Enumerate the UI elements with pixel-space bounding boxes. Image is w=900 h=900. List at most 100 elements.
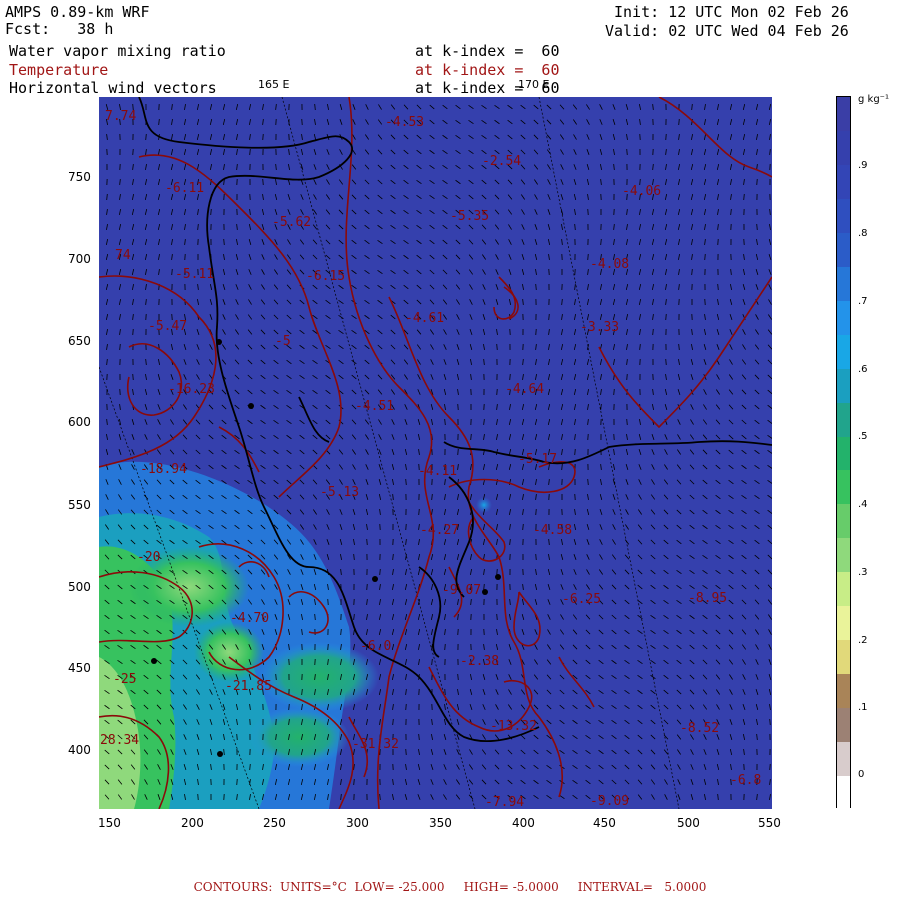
contour-value-label: -5.17 <box>518 452 557 467</box>
contour-value-label: -4.06 <box>622 184 661 199</box>
contour-value-label: 7.74 <box>105 109 136 124</box>
contour-value-label: 28.34 <box>100 733 139 748</box>
contour-value-label: -4.61 <box>405 311 444 326</box>
contour-value-label: -4.70 <box>230 611 269 626</box>
wind-vector <box>418 508 420 516</box>
contour-value-label: -4.11 <box>418 464 457 479</box>
contour-value-label: -4.08 <box>590 257 629 272</box>
wind-vector <box>769 718 771 726</box>
y-tick-label: 750 <box>68 170 91 184</box>
colorbar-segment <box>837 266 850 301</box>
y-tick-label: 450 <box>68 661 91 675</box>
colorbar-label: .4 <box>858 499 868 510</box>
colorbar-segment <box>837 503 850 539</box>
colorbar-segment <box>837 605 850 640</box>
colorbar-segment <box>837 775 850 810</box>
contour-info-footer: CONTOURS: UNITS=°C LOW= -25.000 HIGH= -5… <box>193 880 707 894</box>
field-water-vapor: Water vapor mixing ratio <box>9 42 226 60</box>
colorbar-label: .8 <box>858 228 868 239</box>
colorbar-segment <box>837 673 850 708</box>
wind-vector <box>535 508 537 516</box>
wind-vector <box>574 448 576 456</box>
wind-vector <box>405 478 407 486</box>
x-tick-label: 550 <box>758 816 781 830</box>
contour-value-label: -2.54 <box>482 154 521 169</box>
field-water-vapor-level: at k-index = 60 <box>415 42 560 60</box>
x-tick-label: 400 <box>512 816 535 830</box>
contour-value-label: -21.85 <box>225 679 272 694</box>
y-tick-label: 650 <box>68 334 91 348</box>
colorbar-segment <box>837 537 850 573</box>
wind-vector <box>535 283 537 291</box>
wind-vector <box>236 733 238 741</box>
wind-vector <box>171 268 173 276</box>
field-wind: Horizontal wind vectors <box>9 79 217 97</box>
x-tick-label: 200 <box>181 816 204 830</box>
wind-vector <box>145 133 147 141</box>
contour-value-label: -5 <box>275 334 291 349</box>
colorbar-label: .3 <box>858 567 868 578</box>
contour-value-label: -6.11 <box>165 181 204 196</box>
contour-value-label: -4.53 <box>385 115 424 130</box>
model-title: AMPS 0.89-km WRF <box>5 3 150 21</box>
contour-value-label: -9.07 <box>442 583 481 598</box>
wind-vector <box>678 118 680 126</box>
valid-time: Valid: 02 UTC Wed 04 Feb 26 <box>605 22 849 40</box>
wind-vector <box>509 373 511 381</box>
y-tick-label: 700 <box>68 252 91 266</box>
wind-vector <box>756 223 758 231</box>
wind-vector <box>704 253 706 261</box>
longitude-label-165e: 165 E <box>258 78 290 91</box>
wind-vector <box>249 763 251 771</box>
contour-value-label: -16.23 <box>168 382 215 397</box>
colorbar-segment <box>837 639 850 674</box>
wind-vector <box>379 568 381 576</box>
contour-value-label: -5.35 <box>450 209 489 224</box>
contour-value-label: -31.32 <box>352 737 399 752</box>
colorbar <box>836 96 851 810</box>
contour-value-label: -9.09 <box>590 794 629 809</box>
y-tick-label: 550 <box>68 498 91 512</box>
contour-value-label: 74 <box>115 248 131 263</box>
wind-vector <box>626 148 628 156</box>
contour-value-label: -4.27 <box>420 523 459 538</box>
colorbar-segment <box>837 164 850 200</box>
field-temperature: Temperature <box>9 61 109 79</box>
wind-vector <box>366 538 368 546</box>
contour-value-label: -6.0 <box>360 639 391 654</box>
colorbar-segment <box>837 130 850 166</box>
map-svg: 7.74 -4.53 -2.54 -6.11 -4.06 -5.62 -5.35 74 -5.1… <box>99 97 772 809</box>
contour-value-label: -20 <box>137 550 160 565</box>
x-tick-label: 250 <box>263 816 286 830</box>
wind-vector <box>613 388 615 396</box>
wind-vector <box>717 283 719 291</box>
field-temperature-level: at k-index = 60 <box>415 61 560 79</box>
wind-vector <box>457 448 459 456</box>
y-tick-label: 600 <box>68 415 91 429</box>
wind-vector <box>457 673 459 681</box>
wind-vector <box>223 238 225 246</box>
wind-vector <box>405 703 407 711</box>
wind-vector <box>483 583 485 591</box>
colorbar-segment <box>837 232 850 267</box>
wind-vector <box>249 148 251 156</box>
moisture-blob-4 <box>249 707 349 767</box>
wind-vector <box>496 343 498 351</box>
colorbar-segment <box>837 334 850 369</box>
wind-vector <box>353 778 355 786</box>
longitude-label-170e: 170 E <box>518 78 550 91</box>
wind-vector <box>132 373 134 381</box>
contour-value-label: -8.52 <box>680 721 719 736</box>
colorbar-segment <box>837 300 850 335</box>
wind-vector <box>587 253 589 261</box>
x-tick-label: 450 <box>593 816 616 830</box>
x-tick-label: 350 <box>429 816 452 830</box>
colorbar-label: .2 <box>858 635 868 646</box>
contour-value-label: -13.32 <box>490 719 537 734</box>
colorbar-label: .7 <box>858 296 868 307</box>
wind-vector <box>548 313 550 321</box>
colorbar-segment <box>837 436 850 471</box>
contour-value-label: -5.62 <box>272 215 311 230</box>
contour-value-label: -5.47 <box>148 319 187 334</box>
x-tick-label: 500 <box>677 816 700 830</box>
